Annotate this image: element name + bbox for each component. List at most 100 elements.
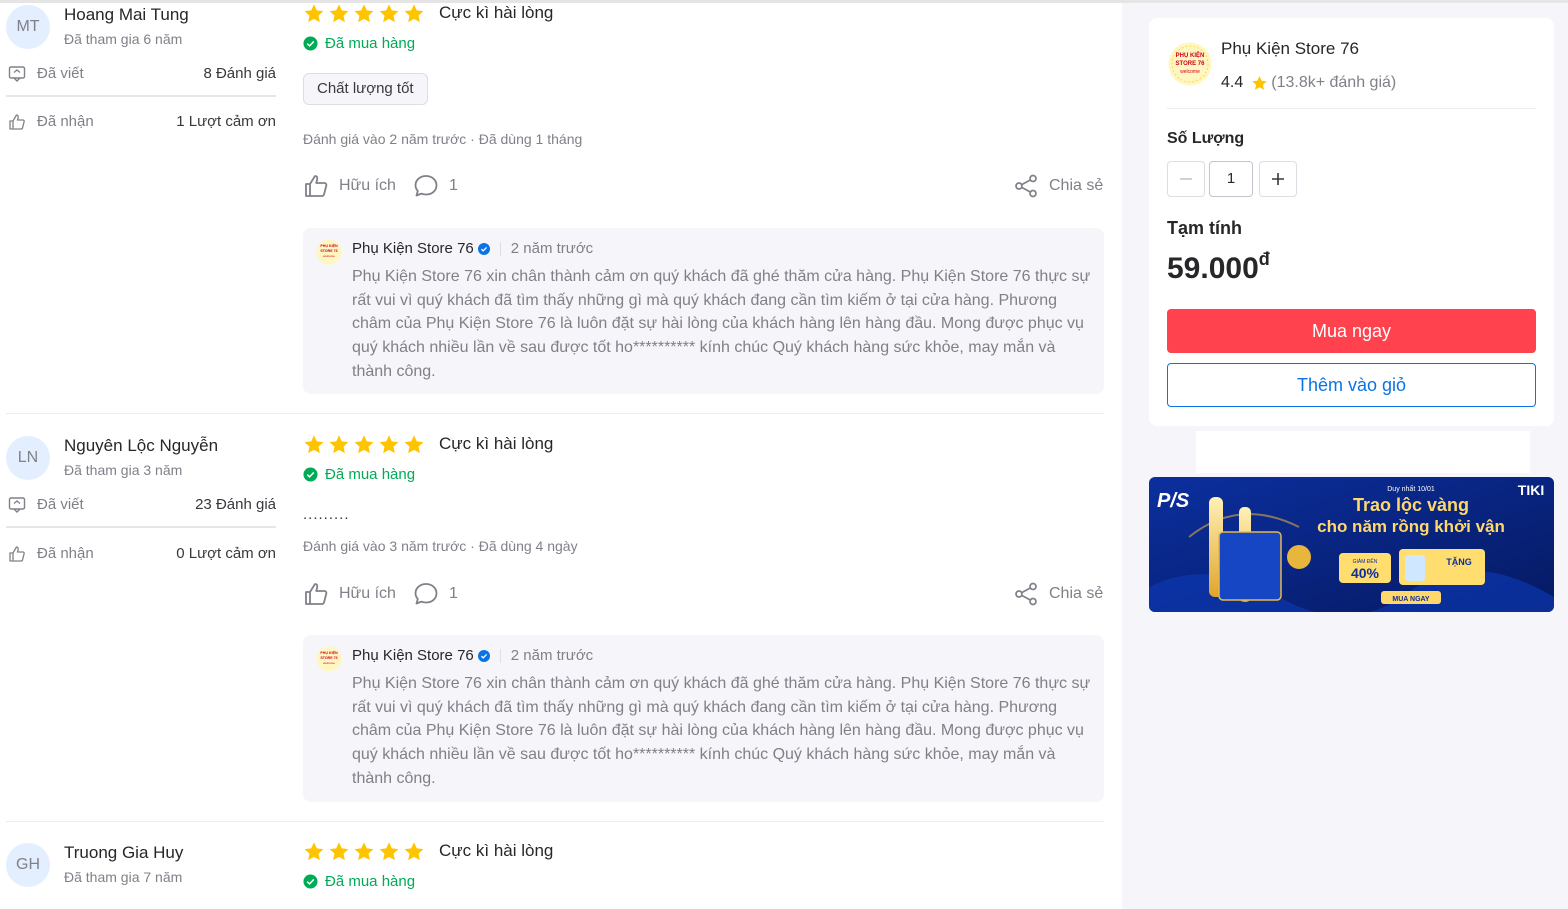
written-value: 8 Đánh giá <box>203 65 276 82</box>
review-title: Cực kì hài lòng <box>439 841 554 860</box>
rating-stars <box>303 434 425 456</box>
written-stat: Đã viết 8 Đánh giá <box>6 63 276 87</box>
decrease-button[interactable] <box>1167 161 1205 197</box>
svg-text:PHỤ KIỆN: PHỤ KIỆN <box>1176 51 1205 59</box>
promo-banner-art: P/S Duy nhất 10/01 Trao lộc vàng cho năm… <box>1149 477 1554 612</box>
svg-text:P/S: P/S <box>1157 490 1190 512</box>
review-meta: Đánh giá vào 3 năm trước · Đã dùng 4 ngà… <box>303 538 578 554</box>
store-review-count: (13.8k+ đánh giá) <box>1271 74 1397 91</box>
svg-text:Trao lộc vàng: Trao lộc vàng <box>1353 495 1469 515</box>
bought-label: Đã mua hàng <box>325 34 416 52</box>
review-written-icon <box>8 66 26 82</box>
received-stat: Đã nhận 0 Lượt cảm ơn <box>6 543 276 567</box>
reviewer-name: Truong Gia Huy <box>64 843 184 862</box>
review-divider <box>6 413 1104 414</box>
reviewer-joined: Đã tham gia 3 năm <box>64 462 183 478</box>
store-logo[interactable]: PHỤ KIỆN STORE 76 welcome <box>1168 42 1212 86</box>
star-icon <box>354 842 374 861</box>
review-divider <box>6 821 1104 822</box>
review-title: Cực kì hài lòng <box>439 3 554 22</box>
stat-divider <box>6 526 276 528</box>
purchase-card: PHỤ KIỆN STORE 76 welcome Phụ Kiện Store… <box>1149 18 1554 426</box>
share-button[interactable]: Chia sẻ <box>1013 581 1103 607</box>
store-rating-value: 4.4 <box>1221 74 1244 91</box>
subtotal-label: Tạm tính <box>1167 218 1242 238</box>
star-icon <box>304 842 324 861</box>
helpful-button[interactable]: Hữu ích <box>303 173 396 199</box>
reviewer-joined: Đã tham gia 7 năm <box>64 869 183 885</box>
reply-time: 2 năm trước <box>510 240 594 257</box>
verified-icon <box>477 242 490 255</box>
svg-text:welcome: welcome <box>323 254 335 258</box>
review-actions: Hữu ích 1 Chia sẻ <box>303 173 1104 201</box>
avatar: LN <box>6 436 50 480</box>
reviewer-name: Hoang Mai Tung <box>64 5 189 24</box>
rating-stars <box>303 3 425 25</box>
reply-shop-name: Phụ Kiện Store 76 <box>352 647 474 664</box>
subtotal-price: 59.000đ <box>1167 249 1270 286</box>
written-label: Đã viết <box>37 65 84 82</box>
bought-label: Đã mua hàng <box>325 872 416 890</box>
add-to-cart-button[interactable]: Thêm vào giỏ <box>1167 363 1536 407</box>
stat-divider <box>6 95 276 97</box>
thumb-up-icon <box>9 114 25 130</box>
svg-text:welcome: welcome <box>323 661 335 665</box>
avatar: MT <box>6 5 50 49</box>
reply-header: Phụ Kiện Store 76 2 năm trước <box>352 647 593 664</box>
buy-now-button[interactable]: Mua ngay <box>1167 309 1536 353</box>
reply-header: Phụ Kiện Store 76 2 năm trước <box>352 240 593 257</box>
share-label: Chia sẻ <box>1049 177 1104 194</box>
received-value: 1 Lượt cảm ơn <box>176 113 276 130</box>
store-rating: 4.4 (13.8k+ đánh giá) <box>1221 74 1396 92</box>
received-label: Đã nhận <box>37 545 94 562</box>
star-icon <box>379 435 399 454</box>
received-stat: Đã nhận 1 Lượt cảm ơn <box>6 111 276 135</box>
review-title: Cực kì hài lòng <box>439 434 554 453</box>
star-icon <box>329 435 349 454</box>
written-stat: Đã viết 23 Đánh giá <box>6 494 276 518</box>
promo-banner[interactable]: P/S Duy nhất 10/01 Trao lộc vàng cho năm… <box>1149 477 1554 612</box>
increase-button[interactable] <box>1259 161 1297 197</box>
svg-text:TIKI: TIKI <box>1518 482 1544 498</box>
check-circle-icon <box>303 873 318 889</box>
review-tag: Chất lượng tốt <box>303 73 428 105</box>
review-item: LN Nguyên Lộc Nguyễn Đã tham gia 3 năm Đ… <box>0 434 1122 819</box>
comment-button[interactable]: 1 <box>413 581 458 607</box>
check-circle-icon <box>303 35 318 51</box>
reply-text: Phụ Kiện Store 76 xin chân thành cảm ơn … <box>352 268 1091 380</box>
seller-reply: PHỤ KIỆN STORE 76 welcome Phụ Kiện Store 7… <box>303 228 1104 394</box>
currency-symbol: đ <box>1258 249 1270 269</box>
star-icon <box>304 4 324 23</box>
thumb-up-icon <box>305 583 328 605</box>
svg-text:STORE 76: STORE 76 <box>320 656 337 660</box>
store-name[interactable]: Phụ Kiện Store 76 <box>1221 39 1359 59</box>
helpful-label: Hữu ích <box>339 177 396 194</box>
share-icon <box>1015 174 1037 198</box>
reply-shop-name: Phụ Kiện Store 76 <box>352 240 474 257</box>
received-value: 0 Lượt cảm ơn <box>176 545 276 562</box>
bought-badge: Đã mua hàng <box>303 34 415 52</box>
quantity-input[interactable]: 1 <box>1209 161 1253 197</box>
plus-icon <box>1272 173 1284 185</box>
star-icon <box>329 842 349 861</box>
svg-text:GIẢM ĐẾN: GIẢM ĐẾN <box>1353 558 1378 565</box>
rating-stars <box>303 841 425 863</box>
comment-button[interactable]: 1 <box>413 173 458 199</box>
bought-badge: Đã mua hàng <box>303 872 415 890</box>
helpful-label: Hữu ích <box>339 585 396 602</box>
star-icon <box>404 4 424 23</box>
reply-separator <box>499 648 501 663</box>
review-actions: Hữu ích 1 Chia sẻ <box>303 581 1104 609</box>
star-icon <box>354 435 374 454</box>
svg-text:PHỤ KIỆN: PHỤ KIỆN <box>320 650 338 655</box>
reviewer-name: Nguyên Lộc Nguyễn <box>64 436 219 455</box>
share-icon <box>1015 582 1037 606</box>
svg-text:Duy nhất 10/01: Duy nhất 10/01 <box>1387 484 1435 493</box>
star-icon <box>404 842 424 861</box>
helpful-button[interactable]: Hữu ích <box>303 581 396 607</box>
thumb-up-icon <box>9 546 25 562</box>
comment-icon <box>414 175 438 197</box>
share-button[interactable]: Chia sẻ <box>1013 173 1103 199</box>
star-icon <box>404 435 424 454</box>
review-item: MT Hoang Mai Tung Đã tham gia 6 năm Đã v… <box>0 3 1122 415</box>
